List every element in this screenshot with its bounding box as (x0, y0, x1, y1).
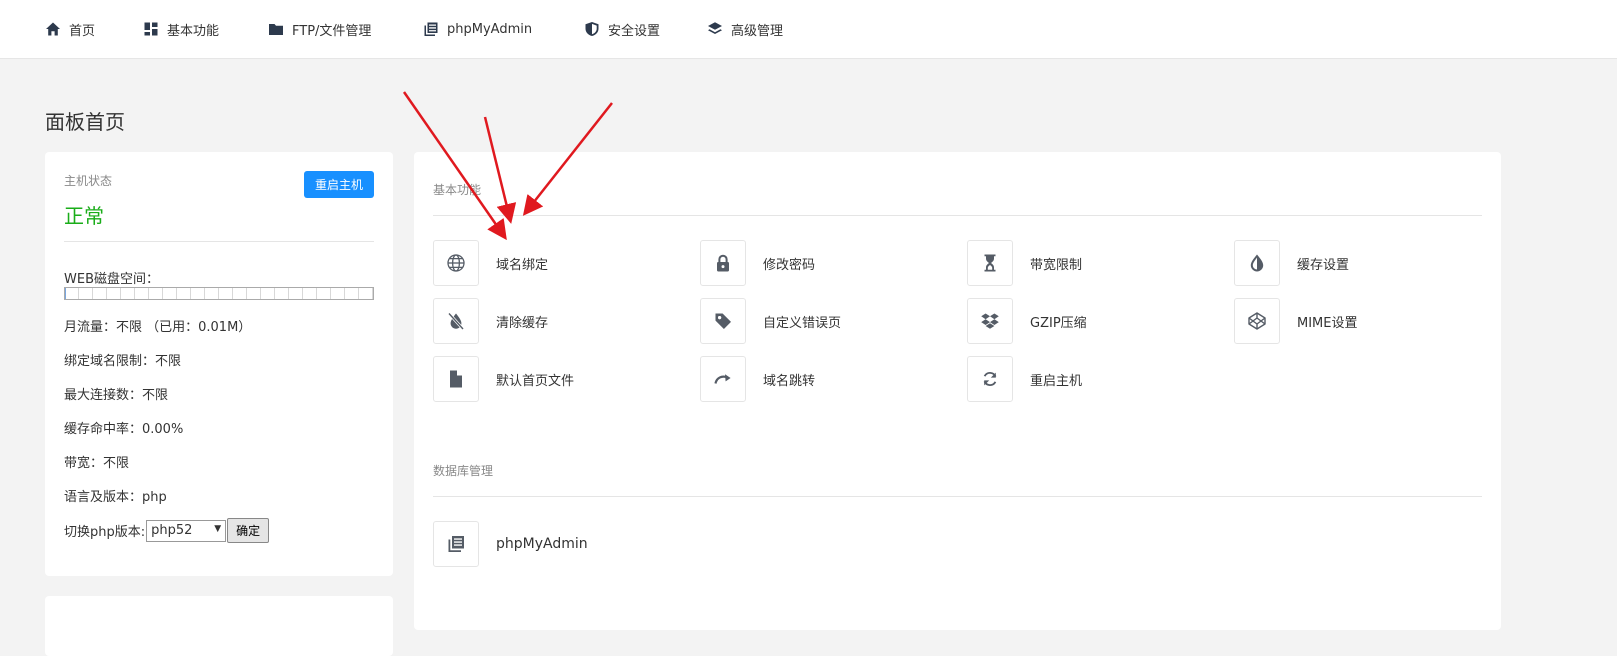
nav-advanced-management[interactable]: 高级管理 (707, 18, 783, 40)
top-navigation: 首页 基本功能 FTP/文件管理 phpMyAdmin 安全设置 高级管理 (0, 0, 1617, 59)
tile-label: MIME设置 (1297, 315, 1358, 331)
tile-domain-redirect[interactable]: 域名跳转 (700, 354, 940, 404)
database-icon (423, 21, 439, 37)
language-version: 语言及版本：php (64, 490, 167, 505)
file-icon (446, 369, 466, 389)
nav-label: 高级管理 (731, 23, 784, 39)
php-confirm-button[interactable]: 确定 (227, 518, 270, 543)
disk-usage-bar (64, 287, 374, 300)
tile-label: 重启主机 (1030, 373, 1083, 389)
nav-home[interactable]: 首页 (45, 18, 95, 40)
tile-label: 自定义错误页 (763, 315, 842, 331)
tile-cache-settings[interactable]: 缓存设置 (1234, 238, 1474, 288)
nav-phpmyadmin[interactable]: phpMyAdmin (423, 18, 532, 40)
functions-card: 基本功能 域名绑定 修改密码 带宽限制 缓存设置 清除缓存 自定义错误页 GZI… (414, 152, 1501, 630)
folder-icon (268, 21, 284, 37)
layers-icon (707, 21, 723, 37)
tile-custom-error-page[interactable]: 自定义错误页 (700, 296, 940, 346)
bandwidth: 带宽：不限 (64, 456, 130, 471)
tile-bandwidth-limit[interactable]: 带宽限制 (967, 238, 1207, 288)
tile-domain-binding[interactable]: 域名绑定 (433, 238, 673, 288)
broom-icon (446, 311, 466, 331)
adjust-icon (1247, 253, 1267, 273)
host-status-card: 主机状态 正常 重启主机 WEB磁盘空间： 月流量：不限 （已用：0.01M） … (45, 152, 393, 576)
tile-label: phpMyAdmin (496, 536, 588, 552)
host-status-label: 主机状态 (64, 174, 113, 188)
globe-icon (446, 253, 466, 273)
disk-usage-fill (65, 288, 67, 299)
tile-clear-cache[interactable]: 清除缓存 (433, 296, 673, 346)
tile-default-index-file[interactable]: 默认首页文件 (433, 354, 673, 404)
divider (64, 241, 374, 242)
php-version-value: php52 (151, 523, 193, 538)
tile-gzip-compression[interactable]: GZIP压缩 (967, 296, 1207, 346)
tile-label: 清除缓存 (496, 315, 549, 331)
hourglass-icon (980, 253, 1000, 273)
lock-icon (713, 253, 733, 273)
refresh-icon (980, 369, 1000, 389)
max-connections: 最大连接数：不限 (64, 388, 169, 403)
tile-label: 带宽限制 (1030, 257, 1083, 273)
nav-label: 安全设置 (608, 23, 661, 39)
dashboard-icon (143, 21, 159, 37)
caret-down-icon: ▼ (214, 523, 222, 534)
secondary-card (45, 596, 393, 656)
nav-label: FTP/文件管理 (292, 23, 372, 39)
database-icon (446, 534, 466, 554)
cache-hit-rate: 缓存命中率：0.00% (64, 422, 184, 437)
php-version-select[interactable]: php52 ▼ (146, 519, 227, 542)
dropbox-icon (980, 311, 1000, 331)
basic-functions-title: 基本功能 (433, 183, 482, 197)
redirect-icon (713, 369, 733, 389)
tile-label: GZIP压缩 (1030, 315, 1087, 331)
database-management-title: 数据库管理 (433, 464, 494, 478)
domain-binding-limit: 绑定域名限制：不限 (64, 354, 182, 369)
tile-mime-settings[interactable]: MIME设置 (1234, 296, 1474, 346)
disk-space-label: WEB磁盘空间： (64, 272, 159, 287)
nav-basic-functions[interactable]: 基本功能 (143, 18, 219, 40)
shield-icon (584, 21, 600, 37)
host-status-value: 正常 (64, 204, 104, 228)
php-switch-row: 切换php版本: php52 ▼ 确定 (64, 518, 270, 543)
tile-label: 缓存设置 (1297, 257, 1350, 273)
nav-security-settings[interactable]: 安全设置 (584, 18, 660, 40)
nav-label: phpMyAdmin (447, 21, 533, 37)
tag-icon (713, 311, 733, 331)
tile-label: 域名绑定 (496, 257, 549, 273)
page-title: 面板首页 (45, 110, 125, 134)
tile-label: 修改密码 (763, 257, 816, 273)
tile-restart-host[interactable]: 重启主机 (967, 354, 1207, 404)
php-switch-label: 切换php版本: (64, 525, 146, 540)
divider (433, 215, 1482, 216)
nav-label: 基本功能 (167, 23, 220, 39)
tile-change-password[interactable]: 修改密码 (700, 238, 940, 288)
nav-ftp-file-management[interactable]: FTP/文件管理 (268, 18, 371, 40)
tile-label: 域名跳转 (763, 373, 816, 389)
tile-phpmyadmin[interactable]: phpMyAdmin (433, 519, 673, 569)
nav-label: 首页 (69, 23, 96, 39)
home-icon (45, 21, 61, 37)
divider (433, 496, 1482, 497)
monthly-traffic: 月流量：不限 （已用：0.01M） (64, 320, 252, 335)
codepen-icon (1247, 311, 1267, 331)
tile-label: 默认首页文件 (496, 373, 575, 389)
restart-host-button[interactable]: 重启主机 (304, 171, 374, 198)
